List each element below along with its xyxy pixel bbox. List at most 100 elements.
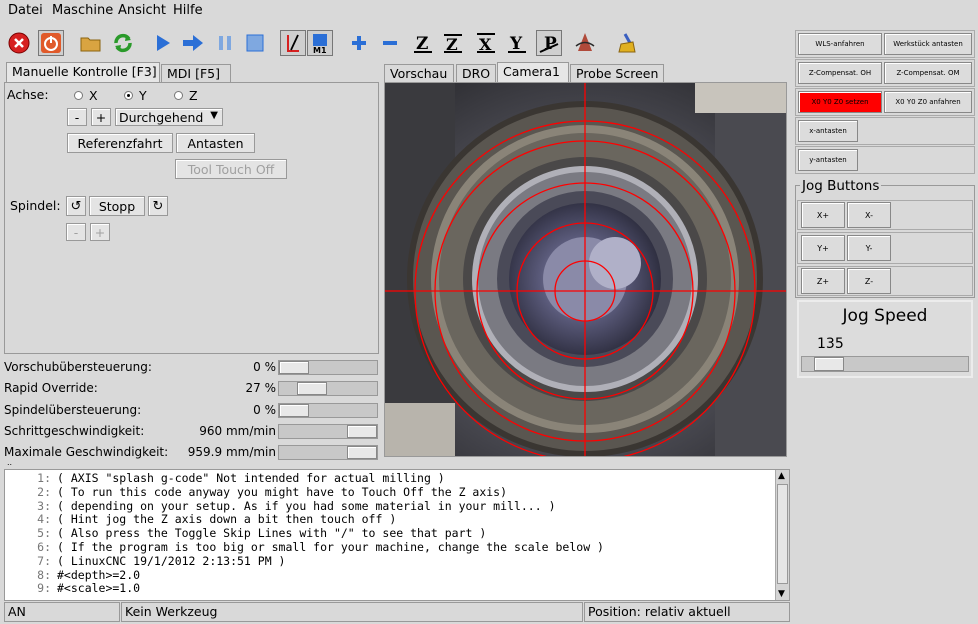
view-p-icon[interactable]: P (536, 30, 562, 56)
axis-x-label: X (89, 88, 98, 103)
view-y-icon[interactable]: Y (504, 30, 530, 56)
jog-mode-select[interactable]: Durchgehend ▼ (115, 108, 223, 126)
override-value: 27 % (245, 381, 277, 395)
axis-radio-z[interactable]: Z (174, 88, 198, 103)
gcode-listing[interactable]: 1: ( AXIS "splash g-code" Not intended fo… (4, 469, 790, 601)
jog-x-minus-button[interactable]: X- (847, 202, 891, 228)
radio-dot (174, 91, 183, 100)
skip-lines-icon[interactable] (280, 30, 306, 56)
z-comp-oh-button[interactable]: Z-Compensat. OH (798, 62, 882, 84)
tab-dro[interactable]: DRO (456, 64, 496, 82)
spindle-label: Spindel: (10, 198, 61, 213)
axis-label: Achse: (7, 87, 49, 102)
view-z-icon[interactable]: Z (410, 30, 436, 56)
pane-grip-icon[interactable]: .. (7, 459, 15, 468)
slider-thumb[interactable] (279, 361, 309, 374)
open-file-icon[interactable] (78, 30, 104, 56)
gcode-scrollbar[interactable]: ▲ ▼ (775, 470, 789, 600)
axis-radio-x[interactable]: X (74, 88, 98, 103)
gcode-line[interactable]: 3: ( depending on your setup. As if you h… (5, 498, 789, 514)
jog-z-plus-button[interactable]: Z+ (801, 268, 845, 294)
line-text: ( LinuxCNC 19/1/2012 2:13:51 PM ) (57, 553, 286, 568)
scroll-down-icon[interactable]: ▼ (778, 589, 785, 599)
gcode-line[interactable]: 5: ( Also press the Toggle Skip Lines wit… (5, 526, 789, 541)
override-slider[interactable] (278, 403, 378, 418)
line-text: #<depth>=2.0 (57, 567, 141, 582)
touch-off-button[interactable]: Antasten (176, 133, 255, 153)
jog-mode-value: Durchgehend (119, 109, 204, 125)
wls-approach-button[interactable]: WLS-anfahren (798, 33, 882, 55)
x-probe-button[interactable]: x-antasten (798, 120, 858, 142)
workpiece-probe-button[interactable]: Werkstück antasten (884, 33, 972, 55)
tab-preview[interactable]: Vorschau (384, 64, 454, 82)
axis-radio-y[interactable]: Y (124, 88, 147, 103)
jog-x-plus-button[interactable]: X+ (801, 202, 845, 228)
jog-speed-thumb[interactable] (814, 357, 844, 371)
z-comp-om-button[interactable]: Z-Compensat. OM (884, 62, 972, 84)
optional-stop-icon[interactable]: M1 (307, 30, 333, 56)
menu-maschine[interactable]: Maschine (52, 3, 113, 18)
line-text: ( Hint jog the Z axis down a bit then to… (57, 512, 397, 527)
run-icon[interactable] (150, 30, 176, 56)
override-slider[interactable] (278, 360, 378, 375)
step-icon[interactable] (180, 30, 206, 56)
status-tool: Kein Werkzeug (121, 602, 583, 622)
spindle-minus-button[interactable]: - (66, 223, 86, 241)
tab-probe-screen[interactable]: Probe Screen (570, 64, 664, 82)
line-number: 4: (37, 512, 51, 527)
menu-datei[interactable]: Datei (8, 3, 43, 18)
spindle-ccw-icon[interactable]: ↺ (66, 196, 86, 216)
y-probe-button[interactable]: y-antasten (798, 149, 858, 171)
tab-mdi[interactable]: MDI [F5] (161, 64, 231, 82)
tab-camera1[interactable]: Camera1 (497, 62, 569, 82)
spindle-cw-icon[interactable]: ↻ (148, 196, 168, 216)
axis-z-label: Z (189, 88, 198, 103)
scroll-up-icon[interactable]: ▲ (778, 471, 785, 481)
override-slider[interactable] (278, 424, 378, 439)
jog-plus-button[interactable]: + (91, 108, 111, 126)
tool-touch-off-button[interactable]: Tool Touch Off (175, 159, 287, 179)
zoom-out-icon[interactable] (377, 30, 403, 56)
spindle-stop-button[interactable]: Stopp (89, 196, 145, 216)
tab-manual-control[interactable]: Manuelle Kontrolle [F3] (6, 62, 160, 82)
spindle-plus-button[interactable]: + (90, 223, 110, 241)
slider-thumb[interactable] (347, 446, 377, 459)
gcode-line[interactable]: 8: #<depth>=2.0 (5, 567, 789, 583)
gcode-line[interactable]: 6: ( If the program is too big or small f… (5, 540, 789, 555)
power-icon[interactable] (38, 30, 64, 56)
view-x-icon[interactable]: X (473, 30, 499, 56)
menu-ansicht[interactable]: Ansicht (118, 3, 166, 18)
stop-icon[interactable] (242, 30, 268, 56)
pause-icon[interactable] (212, 30, 238, 56)
scrollbar-thumb[interactable] (777, 484, 788, 584)
clear-plot-icon[interactable] (614, 30, 640, 56)
jog-speed-slider[interactable] (801, 356, 969, 372)
rotate-view-icon[interactable] (572, 30, 598, 56)
reload-icon[interactable] (110, 30, 136, 56)
gcode-line[interactable]: 2: ( To run this code anyway you might ha… (5, 485, 789, 500)
slider-thumb[interactable] (297, 382, 327, 395)
jog-z-minus-button[interactable]: Z- (847, 268, 891, 294)
slider-thumb[interactable] (279, 404, 309, 417)
gcode-line[interactable]: 4: ( Hint jog the Z axis down a bit then … (5, 512, 789, 527)
override-label: Maximale Geschwindigkeit: (4, 445, 169, 459)
slider-thumb[interactable] (347, 425, 377, 438)
home-button[interactable]: Referenzfahrt (67, 133, 173, 153)
override-slider[interactable] (278, 445, 378, 460)
override-slider[interactable] (278, 381, 378, 396)
view-z2-icon[interactable]: Z (440, 30, 466, 56)
jog-y-plus-button[interactable]: Y+ (801, 235, 845, 261)
zoom-in-icon[interactable] (346, 30, 372, 56)
jog-minus-button[interactable]: - (67, 108, 87, 126)
jog-y-minus-button[interactable]: Y- (847, 235, 891, 261)
gcode-line[interactable]: 9: #<scale>=1.0 (5, 581, 789, 596)
gcode-line[interactable]: 7: ( LinuxCNC 19/1/2012 2:13:51 PM ) (5, 553, 789, 569)
line-number: 3: (37, 498, 51, 513)
set-zero-button[interactable]: X0 Y0 Z0 setzen (798, 91, 882, 113)
estop-icon[interactable] (6, 30, 32, 56)
goto-zero-button[interactable]: X0 Y0 Z0 anfahren (884, 91, 972, 113)
gcode-line[interactable]: 1: ( AXIS "splash g-code" Not intended fo… (5, 471, 789, 486)
x-probe-row: x-antasten (795, 117, 975, 145)
menu-hilfe[interactable]: Hilfe (173, 3, 203, 18)
camera-image (385, 83, 786, 456)
